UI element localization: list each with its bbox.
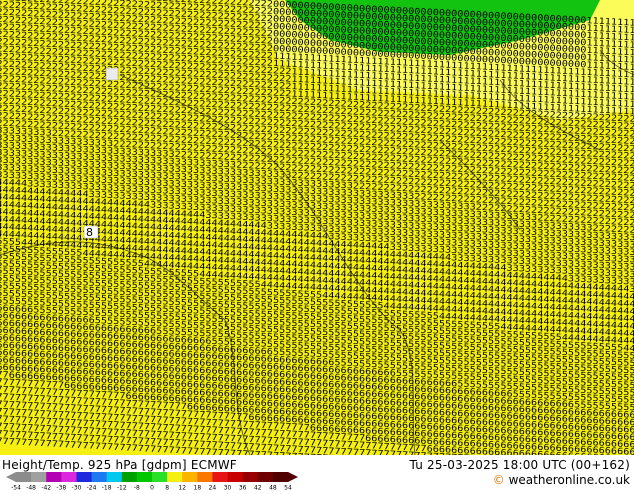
legend-swatch [31,472,47,482]
weather-map: 5 22222222222222222222222222222222222222… [0,0,634,455]
legend-swatch [197,472,213,482]
legend-swatch [121,472,138,482]
legend-tick-label: -24 [87,485,97,491]
legend-swatch [227,472,244,482]
copyright-symbol: © [492,473,505,487]
legend-swatch [16,472,32,482]
legend-tick-label: 24 [209,485,217,491]
legend-tick-label: 18 [194,485,202,491]
legend-tick-label: -8 [134,485,140,491]
legend-swatch [91,472,108,482]
legend-swatch [242,472,259,482]
legend-tick-label: -12 [117,485,127,491]
legend-swatch [212,472,228,482]
station-marker-1 [105,67,119,81]
legend-swatch [167,472,183,482]
legend-swatch [46,472,62,482]
legend-swatch [182,472,198,482]
valid-time: Tu 25-03-2025 18:00 UTC (00+162) [409,458,630,472]
legend-swatch [257,472,274,482]
legend-tick-label: -38 [56,485,66,491]
legend-swatch [272,472,289,482]
legend-swatch [76,472,92,482]
legend-swatch [152,472,168,482]
credit: © weatheronline.co.uk [493,473,630,487]
legend-swatch [61,472,77,482]
color-legend: -54 -48 -42 -38 -30 -24 -18 -12 -8 0 8 12 18 24 30 36 42… [0,470,300,492]
station-marker-2-label: 8 [86,226,93,239]
legend-tick-label: 12 [178,485,186,491]
legend-swatch [136,472,153,482]
legend-arrow-right [288,472,298,482]
legend-tick-label: 30 [224,485,232,491]
legend-tick-label: 48 [269,485,277,491]
legend-swatch [106,472,123,482]
legend-tick-label: -48 [26,485,36,491]
legend-tick-label: -54 [11,485,21,491]
legend-tick-label: -18 [102,485,112,491]
credit-text: weatheronline.co.uk [508,473,630,487]
legend-tick-label: -30 [72,485,82,491]
legend-tick-label: 36 [239,485,247,491]
legend-tick-label: 42 [254,485,262,491]
legend-arrow-left [6,472,16,482]
legend-tick-label: 0 [150,485,154,491]
legend-tick-label: 8 [165,485,169,491]
legend-tick-label: -42 [41,485,51,491]
legend-tick-label: 54 [284,485,292,491]
